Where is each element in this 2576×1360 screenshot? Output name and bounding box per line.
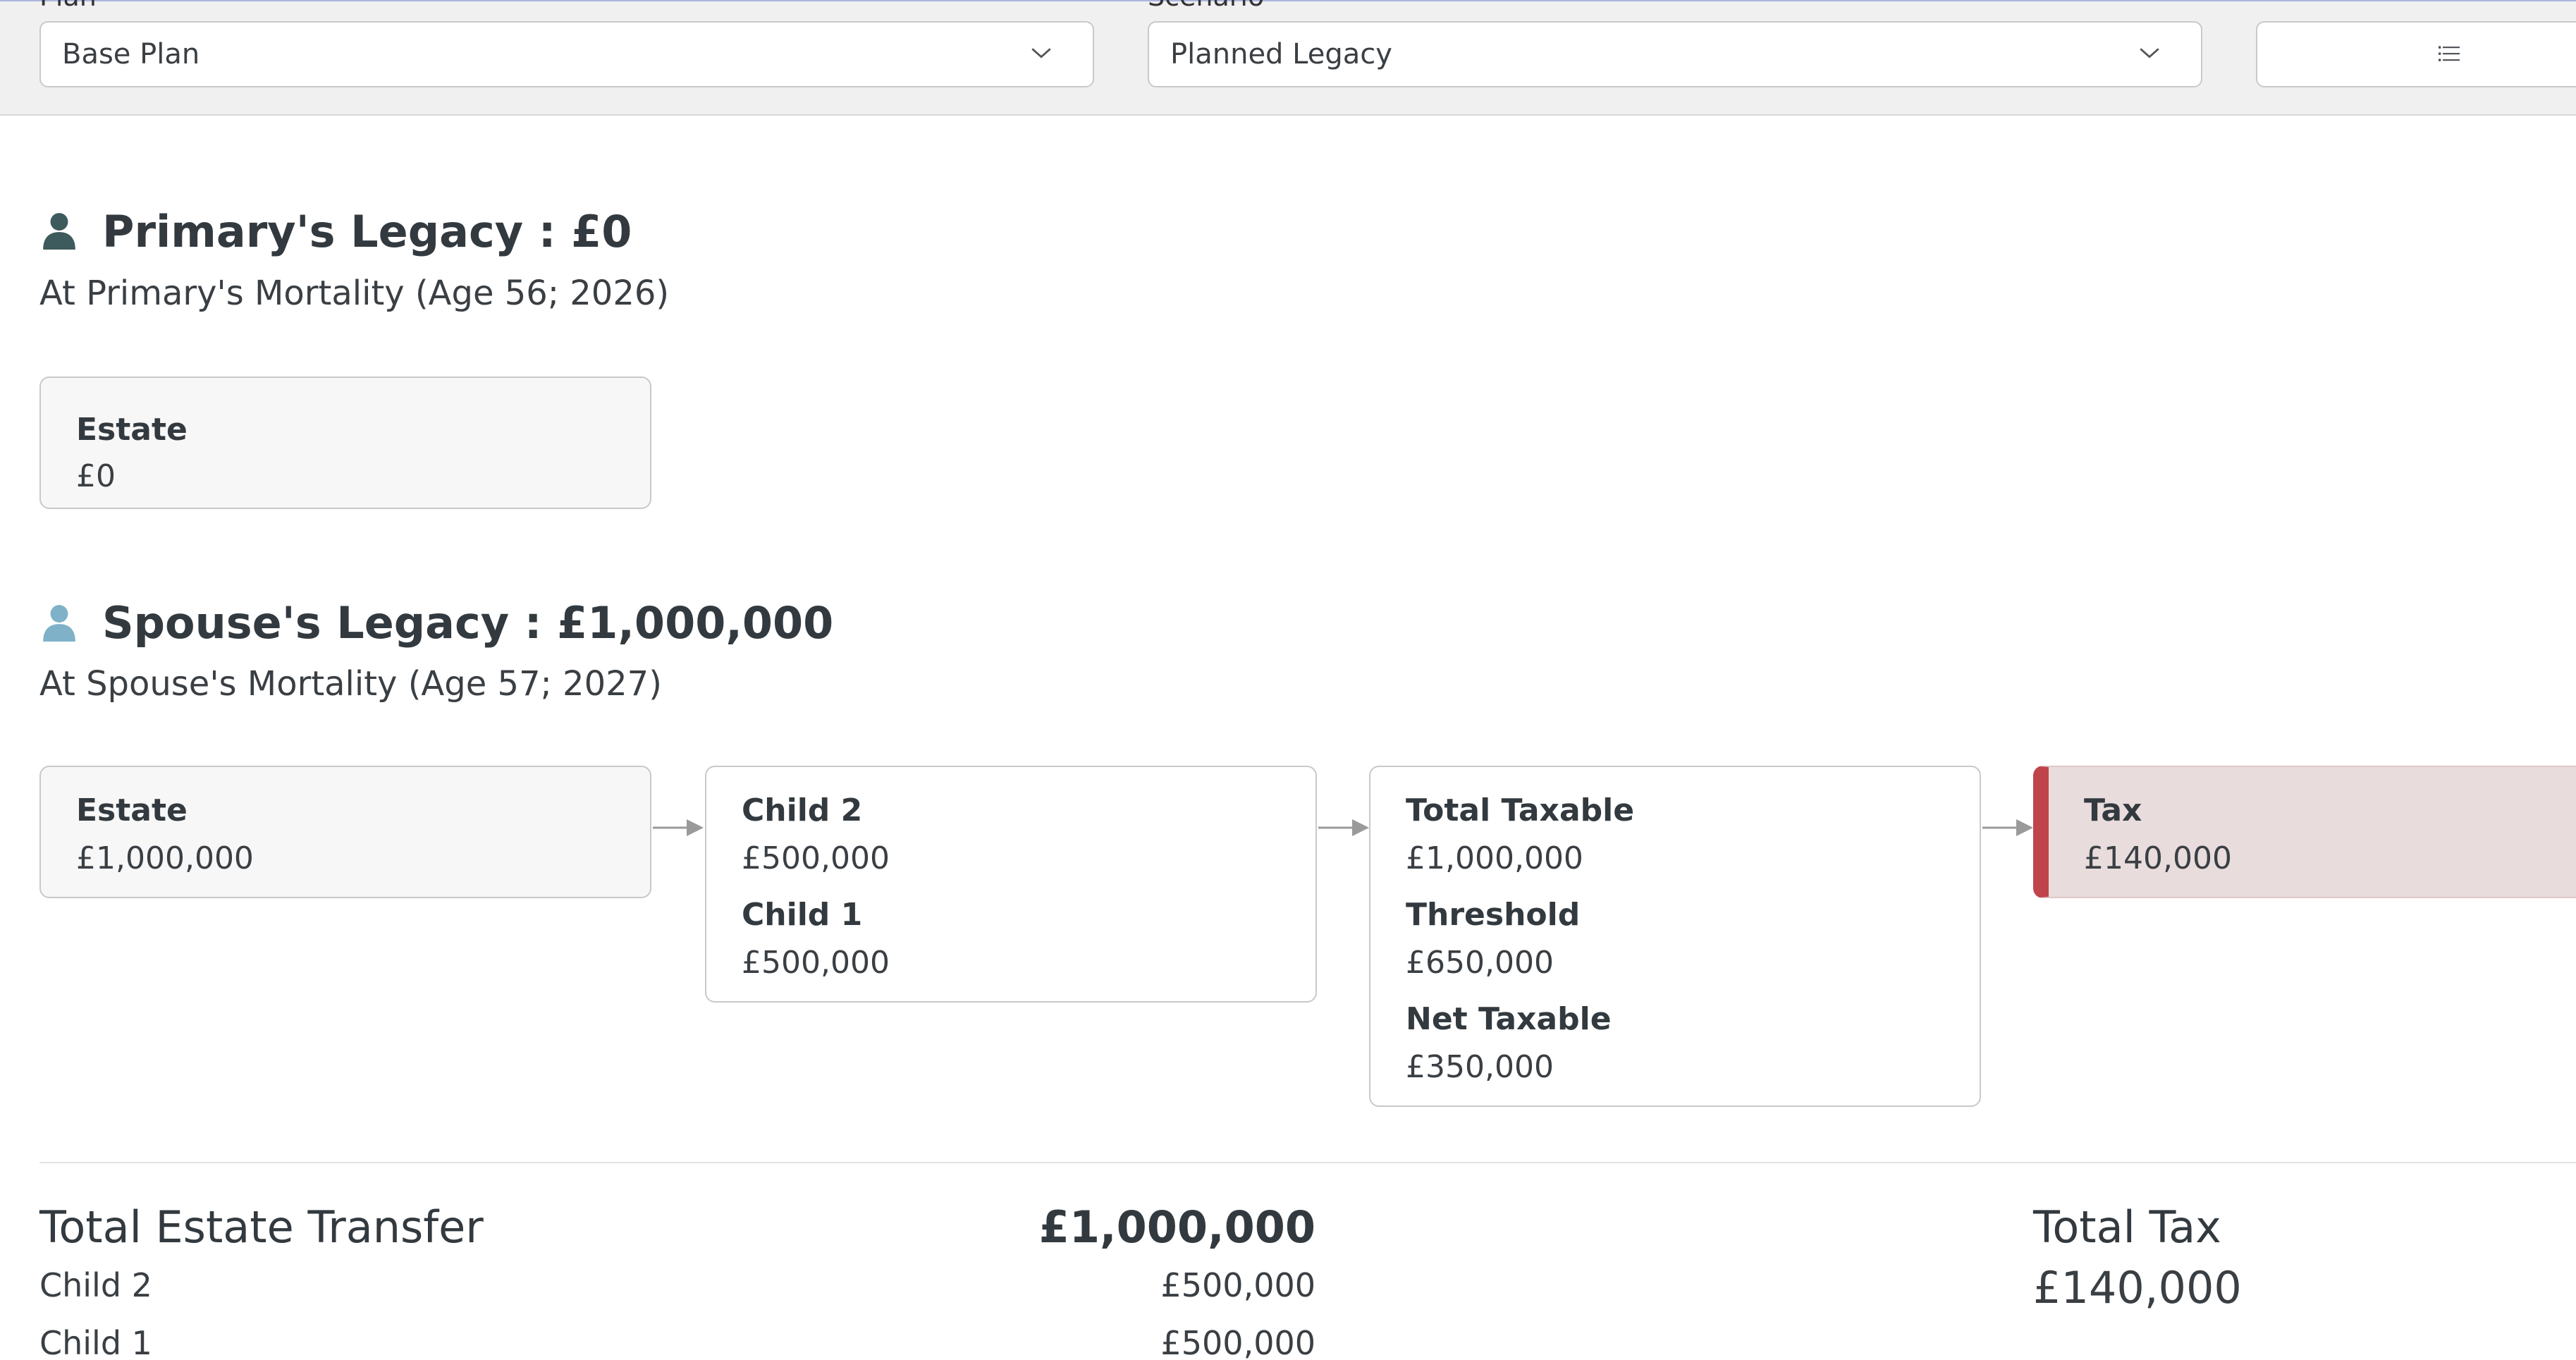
section-divider [39,1162,2576,1163]
threshold-value: £650,000 [1406,945,1554,981]
beneficiary-label: Child 1 [742,897,863,933]
beneficiary-value: £500,000 [742,945,890,981]
total-estate-transfer-title: Total Estate Transfer [39,1201,484,1253]
tax-value: £140,000 [2084,840,2232,876]
tax-card: Tax £140,000 [2033,766,2576,898]
summary-row-label: Child 2 [39,1266,152,1304]
total-tax-value: £140,000 [2033,1262,2242,1313]
plan-label: Plan [39,0,97,10]
view-list-button[interactable] [2256,21,2576,87]
spouse-legacy-subtitle: At Spouse's Mortality (Age 57; 2027) [39,664,662,704]
estate-value: £1,000,000 [76,840,254,876]
chevron-down-icon [1031,48,1051,59]
list-icon [2439,46,2460,61]
tax-label: Tax [2084,792,2142,828]
total-taxable-value: £1,000,000 [1406,840,1583,876]
spouse-legacy-title: Spouse's Legacy : £1,000,000 [102,597,834,649]
flow-arrow-icon [653,819,704,836]
taxable-card: Total Taxable £1,000,000 Threshold £650,… [1369,766,1981,1107]
primary-legacy-subtitle: At Primary's Mortality (Age 56; 2026) [39,274,670,313]
estate-label: Estate [76,412,188,448]
total-taxable-label: Total Taxable [1406,792,1635,828]
scenario-label: Scenario [1148,0,1264,10]
primary-person-icon [43,213,75,250]
plan-select[interactable]: Base Plan [39,21,1094,87]
spouse-estate-card: Estate £1,000,000 [39,766,651,898]
scenario-select-value: Planned Legacy [1170,38,1392,71]
plan-select-value: Base Plan [62,38,200,71]
scenario-select[interactable]: Planned Legacy [1148,21,2202,87]
threshold-label: Threshold [1406,897,1581,933]
flow-arrow-icon [1318,819,1369,836]
net-taxable-label: Net Taxable [1406,1001,1612,1037]
chevron-down-icon [2140,48,2159,59]
summary-row-value: £500,000 [1160,1324,1316,1360]
total-tax-title: Total Tax [2033,1201,2221,1253]
estate-value: £0 [76,458,116,494]
beneficiaries-card: Child 2 £500,000 Child 1 £500,000 [705,766,1317,1003]
flow-arrow-icon [1982,819,2033,836]
legacy-page: Plan Base Plan Scenario Planned Legacy [0,0,2576,1360]
filter-bar: Plan Base Plan Scenario Planned Legacy [0,0,2576,116]
estate-label: Estate [76,792,188,828]
primary-legacy-title: Primary's Legacy : £0 [102,206,632,257]
total-estate-transfer-value: £1,000,000 [1038,1201,1315,1253]
beneficiary-value: £500,000 [742,840,890,876]
spouse-person-icon [43,605,75,642]
primary-estate-card: Estate £0 [39,376,651,509]
summary-row-value: £500,000 [1160,1266,1316,1304]
summary-row-label: Child 1 [39,1324,152,1360]
beneficiary-label: Child 2 [742,792,863,828]
net-taxable-value: £350,000 [1406,1049,1554,1085]
